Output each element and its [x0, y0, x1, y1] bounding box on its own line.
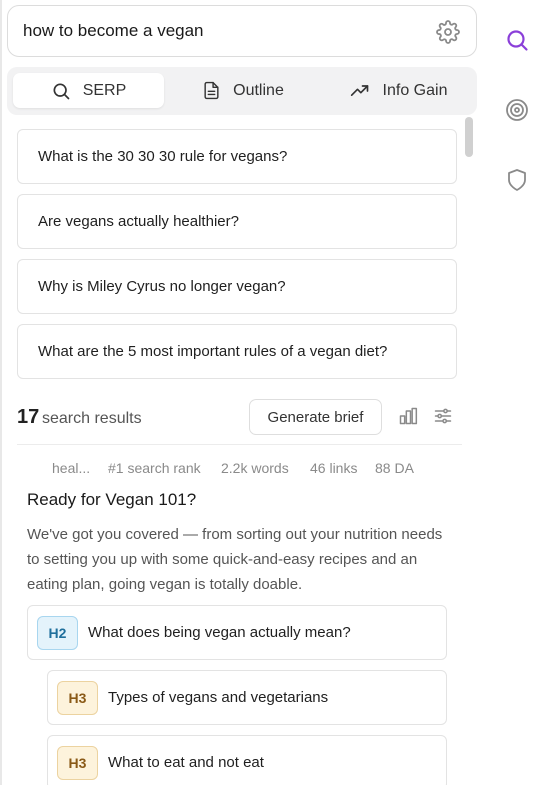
tab-outline[interactable]: Outline	[168, 73, 318, 108]
tab-bar: SERP Outline Info Gain	[7, 67, 477, 115]
tab-serp[interactable]: SERP	[13, 73, 164, 108]
result-title[interactable]: Ready for Vegan 101?	[27, 490, 196, 510]
heading-level-badge: H3	[57, 681, 98, 715]
heading-text: Types of vegans and vegetarians	[108, 689, 329, 706]
question-item[interactable]: What is the 30 30 30 rule for vegans?	[17, 129, 457, 184]
tab-info-gain[interactable]: Info Gain	[323, 73, 473, 108]
scrollbar-thumb[interactable]	[465, 117, 473, 157]
question-item[interactable]: Are vegans actually healthier?	[17, 194, 457, 249]
panel-left-border	[0, 0, 2, 785]
generate-brief-button[interactable]: Generate brief	[249, 399, 382, 435]
question-text: What is the 30 30 30 rule for vegans?	[38, 148, 288, 165]
outline-heading[interactable]: H2 What does being vegan actually mean?	[27, 605, 447, 660]
trending-up-icon	[350, 84, 368, 96]
bar-chart-icon[interactable]	[398, 406, 418, 426]
document-icon	[204, 81, 219, 100]
result-da: 88 DA	[375, 460, 414, 476]
tab-serp-label: SERP	[82, 81, 127, 99]
result-description: We've got you covered — from sorting out…	[27, 526, 443, 593]
question-item[interactable]: What are the 5 most important rules of a…	[17, 324, 457, 379]
heading-level-badge: H3	[57, 746, 98, 780]
search-query[interactable]: how to become a vegan	[23, 21, 204, 41]
result-domain[interactable]: heal...	[52, 460, 90, 476]
outline-heading[interactable]: H3 Types of vegans and vegetarians	[47, 670, 447, 725]
heading-level-badge: H2	[37, 616, 78, 650]
search-icon[interactable]	[505, 28, 529, 52]
gear-icon[interactable]	[436, 20, 460, 44]
tab-outline-label: Outline	[233, 81, 284, 99]
heading-text: What does being vegan actually mean?	[88, 624, 351, 641]
result-links: 46 links	[310, 460, 358, 476]
sliders-icon[interactable]	[433, 406, 453, 426]
results-count-label: search results	[42, 410, 142, 427]
outline-heading[interactable]: H3 What to eat and not eat	[47, 735, 447, 785]
question-text: Why is Miley Cyrus no longer vegan?	[38, 278, 286, 295]
search-icon	[53, 83, 70, 99]
shield-icon[interactable]	[505, 168, 529, 192]
target-icon[interactable]	[505, 98, 529, 122]
result-rank: #1 search rank	[108, 460, 201, 476]
question-item[interactable]: Why is Miley Cyrus no longer vegan?	[17, 259, 457, 314]
tab-info-gain-label: Info Gain	[382, 81, 448, 99]
result-words: 2.2k words	[221, 460, 289, 476]
question-text: What are the 5 most important rules of a…	[38, 343, 388, 360]
heading-text: What to eat and not eat	[108, 754, 264, 771]
divider	[17, 444, 462, 445]
search-input[interactable]: how to become a vegan	[7, 5, 477, 57]
question-text: Are vegans actually healthier?	[38, 213, 239, 230]
results-count: 17	[17, 406, 40, 428]
